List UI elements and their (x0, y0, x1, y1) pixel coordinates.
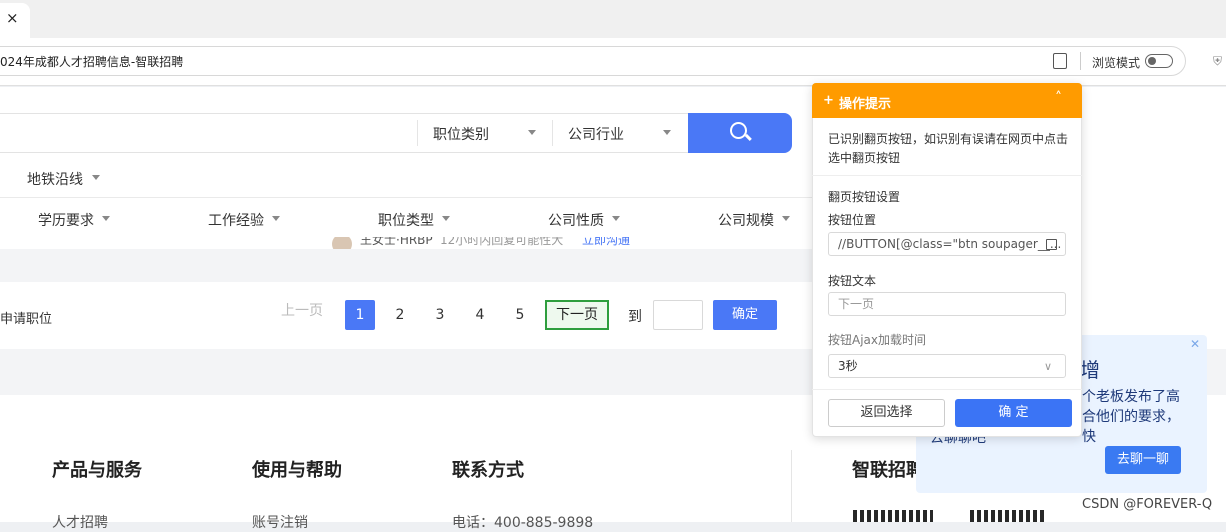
panel-divider (812, 175, 1082, 176)
apply-job-label[interactable]: 申请职位 (0, 308, 52, 327)
xpath-field[interactable]: //BUTTON[@class="btn soupager__... (828, 232, 1066, 256)
page-3-button[interactable]: 3 (425, 300, 455, 330)
ajax-label: 按钮Ajax加载时间 (828, 333, 926, 347)
close-icon[interactable]: ✕ (1190, 337, 1200, 351)
qr-code-icon (853, 510, 933, 522)
prev-page-button[interactable]: 上一页 (281, 300, 323, 320)
confirm-button[interactable]: 确 定 (955, 399, 1072, 427)
chevron-down-icon (782, 216, 790, 221)
filter-subway[interactable]: 地铁沿线 (27, 169, 83, 189)
chat-popup-title: 增 (1080, 358, 1100, 382)
footer-phone: 电话：400-885-9898 (452, 515, 594, 531)
next-page-button[interactable]: 下一页 (545, 300, 609, 330)
search-icon (730, 122, 747, 139)
page-1-button[interactable]: 1 (345, 300, 375, 330)
ajax-time-select[interactable]: 3秒 (828, 354, 1066, 378)
filter-experience[interactable]: 工作经验 (208, 210, 264, 230)
chevron-down-icon (612, 216, 620, 221)
toggle-knob (1148, 57, 1156, 65)
filter-company-size[interactable]: 公司规模 (718, 210, 774, 230)
operation-panel-title: 操作提示 (839, 97, 892, 112)
chat-now-button[interactable]: 去聊一聊 (1105, 446, 1181, 474)
page-4-button[interactable]: 4 (465, 300, 495, 330)
filter-job-type[interactable]: 职位类型 (378, 210, 434, 230)
browser-tab-bar (0, 0, 1226, 38)
section-gap (0, 249, 812, 282)
section-title: 翻页按钮设置 (828, 190, 901, 204)
footer-divider (791, 450, 792, 522)
reader-doc-icon[interactable] (1053, 53, 1067, 69)
position-label: 按钮位置 (828, 213, 877, 227)
watermark: CSDN @FOREVER-Q (1082, 497, 1213, 512)
footer-link-recruit[interactable]: 人才招聘 (52, 512, 108, 532)
footer-products-title: 产品与服务 (52, 460, 142, 481)
operation-tip: 已识别翻页按钮，如识别有误请在网页中点击选中翻页按钮 (828, 132, 1069, 165)
browse-mode-label: 浏览模式 (1092, 56, 1141, 70)
collapse-icon[interactable]: ˄ (1055, 90, 1062, 106)
reply-note: 12小时内回复可能性大 (440, 237, 564, 247)
panel-divider (812, 389, 1082, 390)
footer-help-title: 使用与帮助 (252, 460, 342, 481)
plus-icon: + (823, 93, 834, 108)
goto-confirm-button[interactable]: 确定 (713, 300, 777, 330)
chevron-down-icon (272, 216, 280, 221)
goto-label: 到 (628, 309, 642, 325)
company-industry-select[interactable]: 公司行业 (568, 124, 624, 144)
job-category-select[interactable]: 职位类别 (433, 124, 489, 144)
filter-divider (0, 197, 812, 198)
tab-close-icon[interactable]: × (6, 9, 19, 27)
qr-code-icon (970, 510, 1046, 522)
page-5-button[interactable]: 5 (505, 300, 535, 330)
chat-now-link[interactable]: 立即沟通 (582, 237, 630, 248)
chevron-down-icon (528, 130, 536, 135)
page-2-button[interactable]: 2 (385, 300, 415, 330)
filter-company-nature[interactable]: 公司性质 (548, 210, 604, 230)
button-text-field[interactable]: 下一页 (828, 292, 1066, 316)
footer-brand-title: 智联招聘 (852, 460, 924, 481)
recruiter-name: 王女士·HRBP (360, 237, 433, 247)
chevron-down-icon (92, 175, 100, 180)
select-element-icon[interactable] (1046, 239, 1057, 250)
chevron-down-icon: ∨ (1044, 360, 1053, 373)
chat-popup-text: 个老板发布了高 合他们的要求，快 (1082, 389, 1180, 445)
toolbar-divider (1080, 52, 1081, 70)
back-select-button[interactable]: 返回选择 (828, 399, 945, 427)
shield-icon[interactable]: ⛨ (1213, 54, 1222, 69)
footer-link-account[interactable]: 账号注销 (252, 512, 308, 532)
search-divider (552, 120, 553, 146)
chevron-down-icon (663, 130, 671, 135)
chevron-down-icon (102, 216, 110, 221)
goto-page-input[interactable] (653, 300, 703, 330)
search-divider (417, 120, 418, 146)
text-label: 按钮文本 (828, 274, 877, 288)
url-text[interactable]: 024年成都人才招聘信息-智联招聘 (0, 53, 183, 70)
job-card-partial: 王女士·HRBP 12小时内回复可能性大 立即沟通 (0, 237, 812, 249)
footer-contact-title: 联系方式 (452, 460, 524, 481)
avatar (332, 237, 352, 249)
filter-education[interactable]: 学历要求 (38, 210, 94, 230)
chevron-down-icon (442, 216, 450, 221)
